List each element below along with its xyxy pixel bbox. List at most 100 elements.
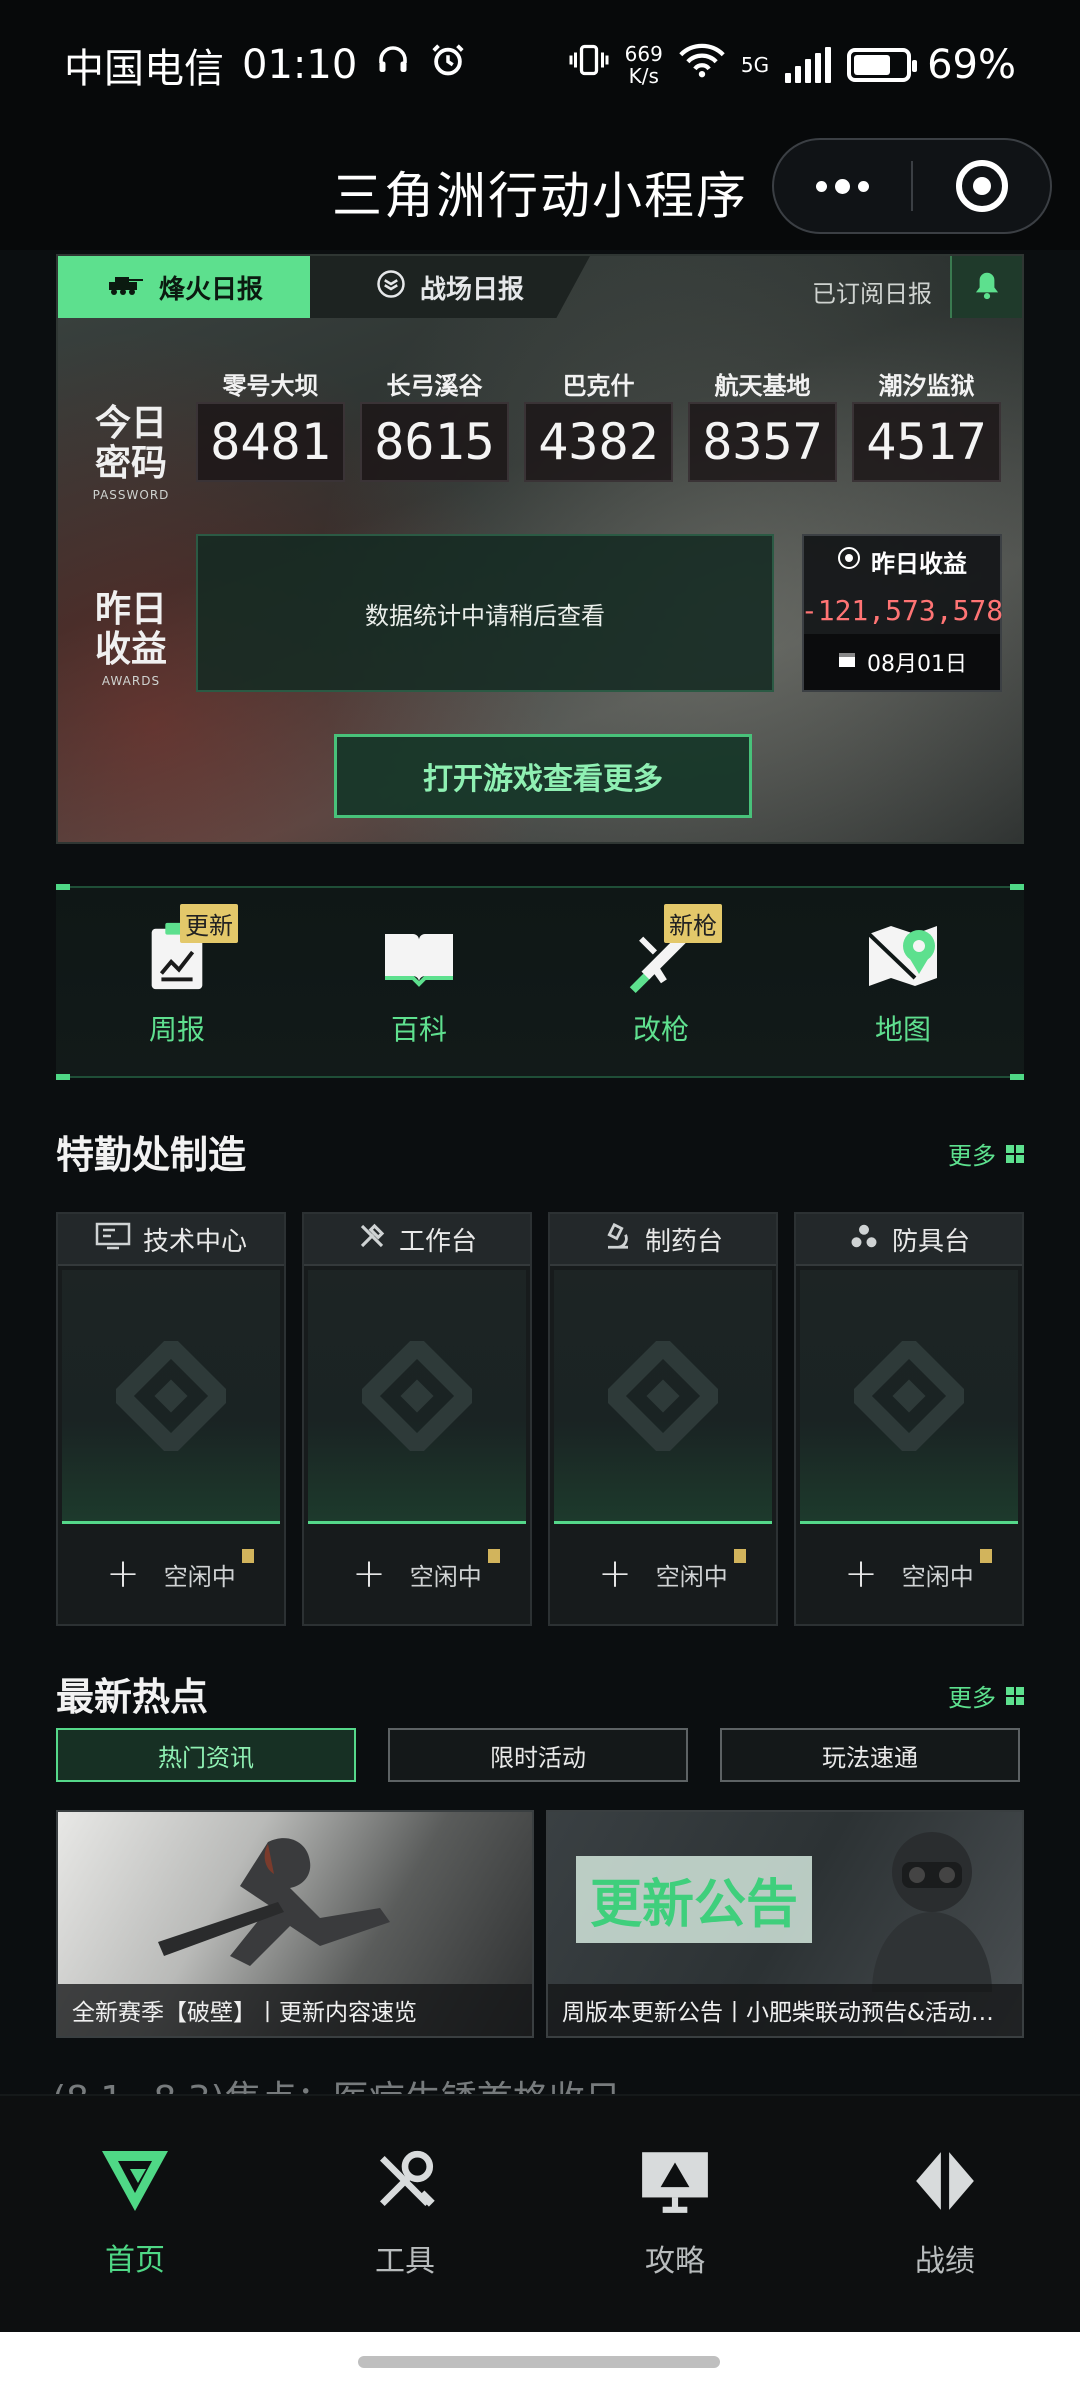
map-pin-icon xyxy=(863,916,943,996)
tab-limited-events[interactable]: 限时活动 xyxy=(388,1728,688,1782)
awards-label: 昨日收益 AWARDS xyxy=(94,589,167,689)
close-mini-program-button[interactable] xyxy=(913,140,1050,232)
tank-icon xyxy=(105,272,145,303)
station-status: 空闲中 xyxy=(902,1548,992,1592)
tab-gameplay-guide[interactable]: 玩法速通 xyxy=(720,1728,1020,1782)
station-status: 空闲中 xyxy=(656,1548,746,1592)
microscope-icon xyxy=(603,1221,633,1258)
grid-icon xyxy=(1006,1144,1024,1163)
placeholder-logo-icon xyxy=(554,1270,772,1524)
battery-icon xyxy=(847,48,918,82)
coin-icon xyxy=(837,546,861,576)
wrench-icon xyxy=(372,2148,438,2218)
code-value: 8357 xyxy=(688,402,837,482)
news-caption: 全新赛季【破壁】丨更新内容速览 xyxy=(58,1984,532,2036)
battery-percent: 69% xyxy=(927,42,1016,88)
password-label: 今日密码 PASSWORD xyxy=(92,403,170,503)
target-circle-icon xyxy=(955,160,1008,212)
code-item: 长弓溪谷 8615 xyxy=(360,366,509,482)
hot-more-link[interactable]: 更多 xyxy=(948,1678,1024,1713)
craft-card-armor-bench[interactable]: 防具台 + 空闲中 xyxy=(794,1212,1024,1626)
code-item: 巴克什 4382 xyxy=(524,366,673,482)
craft-stations: 技术中心 + 空闲中 工作台 + 空闲中 制药台 + 空闲中 防具台 + 空闲中 xyxy=(56,1212,1024,1626)
update-badge: 更新 xyxy=(180,904,238,943)
home-logo-icon xyxy=(100,2149,170,2217)
add-icon: + xyxy=(106,1551,140,1597)
code-value: 8481 xyxy=(196,402,345,482)
soldier-artwork xyxy=(158,1838,390,1966)
income-value: -121,573,578 xyxy=(800,593,1004,627)
code-item: 零号大坝 8481 xyxy=(196,366,345,482)
tab-fenghuo-daily[interactable]: 烽火日报 xyxy=(58,256,310,318)
code-value: 4517 xyxy=(852,402,1001,482)
status-bar: 中国电信 01:10 669 K/s 5G 69% xyxy=(0,0,1080,130)
tab-home[interactable]: 首页 xyxy=(0,2096,270,2332)
placeholder-logo-icon xyxy=(800,1270,1018,1524)
signal-icon xyxy=(785,47,832,83)
more-dots-icon xyxy=(816,178,869,194)
code-value: 8615 xyxy=(360,402,509,482)
system-nav-bar xyxy=(0,2332,1080,2398)
quick-weekly-report[interactable]: 更新 周报 xyxy=(56,888,298,1076)
carrier-label: 中国电信 xyxy=(64,46,224,92)
home-indicator[interactable] xyxy=(358,2356,720,2368)
quick-encyclopedia[interactable]: 百科 xyxy=(298,888,540,1076)
alarm-icon xyxy=(429,41,467,89)
subscribed-label[interactable]: 已订阅日报 xyxy=(812,274,932,309)
network-type: 5G xyxy=(740,53,770,77)
headphone-icon xyxy=(375,42,411,88)
open-game-button[interactable]: 打开游戏查看更多 xyxy=(334,734,752,818)
stats-placeholder: 数据统计中请稍后查看 xyxy=(196,534,774,692)
craft-section-title: 特勤处制造 xyxy=(56,1133,247,1177)
code-value: 4382 xyxy=(524,402,673,482)
craft-card-tech-center[interactable]: 技术中心 + 空闲中 xyxy=(56,1212,286,1626)
code-item: 航天基地 8357 xyxy=(688,366,837,482)
add-icon: + xyxy=(598,1551,632,1597)
tab-battlefield-daily[interactable]: 战场日报 xyxy=(310,256,590,318)
tab-hot-news[interactable]: 热门资讯 xyxy=(56,1728,356,1782)
hot-tabs: 热门资讯 限时活动 玩法速通 xyxy=(56,1728,1020,1782)
craft-card-pharmacy[interactable]: 制药台 + 空闲中 xyxy=(548,1212,778,1626)
code-item: 潮汐监狱 4517 xyxy=(852,366,1001,482)
news-caption: 周版本更新公告丨小肥柴联动预告&活动… xyxy=(548,1984,1022,2036)
book-icon xyxy=(379,916,459,996)
capsule-menu xyxy=(772,138,1052,234)
tab-tools[interactable]: 工具 xyxy=(270,2096,540,2332)
news-banner-text: 更新公告 xyxy=(576,1856,813,1943)
station-status: 空闲中 xyxy=(410,1548,500,1592)
add-icon: + xyxy=(352,1551,386,1597)
quick-map[interactable]: 地图 xyxy=(782,888,1024,1076)
subscribe-bell-button[interactable] xyxy=(950,256,1022,318)
operator-artwork xyxy=(872,1832,992,1992)
monitor-icon xyxy=(95,1222,131,1257)
grid-icon xyxy=(1006,1686,1024,1705)
badge-emblem-icon xyxy=(376,269,406,306)
hot-section-title: 最新热点 xyxy=(56,1675,209,1719)
yesterday-income-panel: 昨日收益 -121,573,578 08月01日 xyxy=(800,534,1004,692)
map-codes: 零号大坝 8481 长弓溪谷 8615 巴克什 4382 航天基地 8357 潮… xyxy=(196,366,1001,482)
tools-icon xyxy=(357,1221,387,1258)
quick-gun-mod[interactable]: 新枪 改枪 xyxy=(540,888,782,1076)
news-card[interactable]: 全新赛季【破壁】丨更新内容速览 xyxy=(56,1810,534,2038)
news-card[interactable]: 更新公告 周版本更新公告丨小肥柴联动预告&活动… xyxy=(546,1810,1024,2038)
more-menu-button[interactable] xyxy=(774,140,911,232)
quick-tools: 更新 周报 百科 新枪 改枪 地图 xyxy=(56,884,1024,1080)
new-gun-badge: 新枪 xyxy=(664,904,722,943)
craft-more-link[interactable]: 更多 xyxy=(948,1136,1024,1171)
monitor-warning-icon xyxy=(638,2148,712,2218)
tab-records[interactable]: 战绩 xyxy=(810,2096,1080,2332)
craft-card-workbench[interactable]: 工作台 + 空闲中 xyxy=(302,1212,532,1626)
bottom-tab-bar: 首页 工具 攻略 战绩 xyxy=(0,2094,1080,2332)
mini-program-title-bar: 三角洲行动小程序 xyxy=(0,130,1080,250)
placeholder-logo-icon xyxy=(62,1270,280,1524)
network-speed: 669 K/s xyxy=(624,42,663,88)
tab-guide[interactable]: 攻略 xyxy=(540,2096,810,2332)
armor-icon xyxy=(848,1221,880,1258)
bell-icon xyxy=(972,269,1002,305)
diamond-split-icon xyxy=(912,2148,978,2218)
wifi-icon xyxy=(679,42,725,88)
income-date: 08月01日 xyxy=(867,652,967,677)
clock: 01:10 xyxy=(242,42,358,88)
placeholder-logo-icon xyxy=(308,1270,526,1524)
daily-report-card: 烽火日报 战场日报 已订阅日报 今日密码 PASSWORD 零号大坝 8481 … xyxy=(56,254,1024,844)
